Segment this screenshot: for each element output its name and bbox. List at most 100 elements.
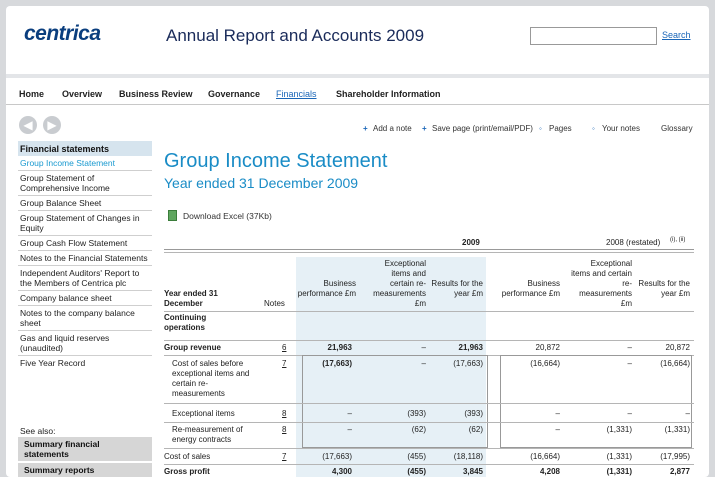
col-results-2008: Results for the year £m [638,279,690,298]
your-notes-link[interactable]: Your notes [602,124,640,133]
cell: 4,300 [331,467,352,476]
row-divider [164,464,694,465]
row-divider [164,403,694,404]
row-divider [164,422,694,423]
row-note-link[interactable]: 8 [282,409,286,419]
page: centrica Annual Report and Accounts 2009… [6,6,709,477]
section-continuing-operations: Continuing operations [164,313,207,332]
summary-financial-statements-link[interactable]: Summary financial statements [18,437,152,462]
back-arrow-icon[interactable]: ◀ [19,116,37,134]
row-label-group-revenue: Group revenue [164,343,221,352]
cell: (17,663) [322,359,352,368]
row-note-link[interactable]: 7 [282,452,286,462]
nav-home[interactable]: Home [19,89,44,99]
cell: 4,208 [539,467,560,476]
pages-icon: ◦ [539,124,542,133]
page-title: Group Income Statement [164,150,388,172]
cell: (455) [407,452,426,461]
report-title: Annual Report and Accounts 2009 [166,26,425,45]
nav-overview[interactable]: Overview [62,89,102,99]
cell: (17,663) [322,452,352,461]
row-divider [164,340,694,341]
search-link[interactable]: Search [662,30,691,40]
year-2008-header: 2008 (restated) [606,238,661,247]
sidebar-item-group-income-statement[interactable]: Group Income Statement [18,156,152,171]
search-input[interactable] [530,27,657,45]
cell: – [685,409,690,418]
sidebar: Financial statements Group Income Statem… [18,141,152,370]
header: centrica Annual Report and Accounts 2009… [6,6,709,74]
sidebar-item-company-notes[interactable]: Notes to the company balance sheet [18,306,152,331]
cell: 21,963 [458,343,483,352]
save-page-link[interactable]: Save page (print/email/PDF) [432,124,533,133]
cell: (455) [407,467,426,476]
col-notes: Notes [264,299,285,308]
page-subtitle: Year ended 31 December 2009 [164,175,359,191]
pages-link[interactable]: Pages [549,124,572,133]
cell: (1,331) [606,467,632,476]
cell: 21,963 [327,343,352,352]
cell: (393) [464,409,483,418]
row-label-re-measurement: Re-measurement of energy contracts [172,425,243,444]
notes-icon: ◦ [592,124,595,133]
cell: (16,664) [660,359,690,368]
download-excel-link[interactable]: Download Excel (37Kb) [168,210,272,221]
sidebar-item-five-year-record[interactable]: Five Year Record [18,356,152,370]
sidebar-item-company-balance-sheet[interactable]: Company balance sheet [18,291,152,306]
cell: (16,664) [530,359,560,368]
cell: – [347,409,352,418]
glossary-link[interactable]: Glossary [661,124,693,133]
row-note-link[interactable]: 6 [282,343,286,353]
forward-arrow-icon[interactable]: ▶ [43,116,61,134]
header-bottom-rule [164,311,694,312]
centrica-logo[interactable]: centrica [24,22,101,46]
nav-financials[interactable]: Financials [276,89,317,99]
cell: – [627,409,632,418]
sidebar-item-comprehensive-income[interactable]: Group Statement of Comprehensive Income [18,171,152,196]
cell: (1,331) [606,425,632,434]
cell: – [421,343,426,352]
row-label-cost-of-sales-before: Cost of sales before exceptional items a… [172,359,250,398]
cell: (1,331) [606,452,632,461]
plus-icon: + [363,124,368,133]
sidebar-item-cash-flow[interactable]: Group Cash Flow Statement [18,236,152,251]
sidebar-heading: Financial statements [18,141,152,156]
excel-icon [168,210,177,221]
col-business-2008: Business performance £m [501,279,560,298]
cell: (62) [468,425,483,434]
sidebar-item-auditors-report[interactable]: Independent Auditors' Report to the Memb… [18,266,152,291]
year-2009-header: 2009 [462,238,480,247]
cell: – [421,359,426,368]
add-note-link[interactable]: Add a note [373,124,412,133]
nav-governance[interactable]: Governance [208,89,260,99]
cell: – [627,359,632,368]
nav-shareholder-information[interactable]: Shareholder Information [336,89,441,99]
main-nav: Home Overview Business Review Governance… [6,78,709,105]
year-2008-refs: (i), (ii) [670,237,686,243]
nav-business-review[interactable]: Business Review [119,89,193,99]
col-year-ended: Year ended 31 December [164,289,218,308]
cell: (1,331) [664,425,690,434]
cell: – [555,409,560,418]
cell: (17,995) [660,452,690,461]
row-label-gross-profit: Gross profit [164,467,210,476]
download-excel-label: Download Excel (37Kb) [183,211,272,221]
sidebar-item-notes[interactable]: Notes to the Financial Statements [18,251,152,266]
cell: – [627,343,632,352]
cell: – [347,425,352,434]
summary-reports-link[interactable]: Summary reports [18,463,152,477]
cell: – [555,425,560,434]
row-note-link[interactable]: 8 [282,425,286,435]
header-rule [164,252,694,253]
row-note-link[interactable]: 7 [282,359,286,369]
row-label-cost-of-sales: Cost of sales [164,452,211,461]
sidebar-item-changes-in-equity[interactable]: Group Statement of Changes in Equity [18,211,152,236]
col-results-2009: Results for the year £m [431,279,483,298]
row-divider [164,448,694,449]
cell: (16,664) [530,452,560,461]
sidebar-item-gas-reserves[interactable]: Gas and liquid reserves (unaudited) [18,331,152,356]
sidebar-item-balance-sheet[interactable]: Group Balance Sheet [18,196,152,211]
col-exceptional-2009: Exceptional items and certain re-measure… [373,259,426,308]
table-top-rule [164,249,694,250]
cell: 3,845 [462,467,483,476]
